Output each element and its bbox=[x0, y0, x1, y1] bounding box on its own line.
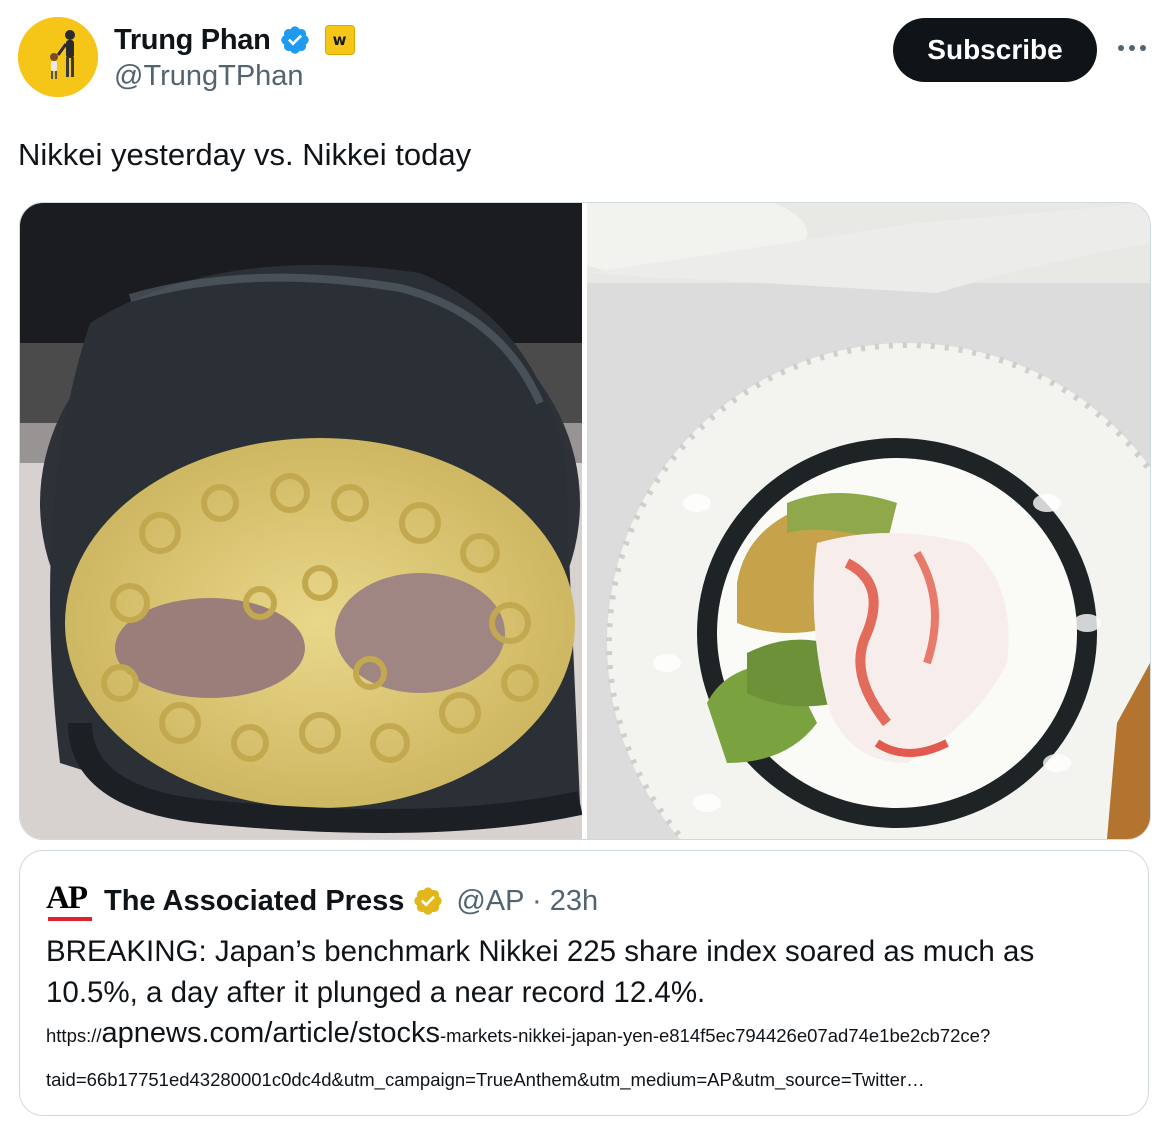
affiliate-badge-letter: w bbox=[332, 31, 347, 49]
ap-logo-text: AP bbox=[46, 880, 88, 916]
link-line-2: taid=66b17751ed43280001c0dc4d&utm_campai… bbox=[46, 1069, 925, 1090]
more-options-icon[interactable] bbox=[1112, 33, 1152, 63]
quoted-tweet-link[interactable]: https://apnews.com/article/stocks-market… bbox=[46, 1013, 1136, 1098]
affiliate-badge-icon[interactable]: w bbox=[324, 25, 355, 55]
subscribe-button[interactable]: Subscribe bbox=[893, 18, 1097, 82]
ap-logo-bar bbox=[48, 917, 92, 921]
author-name-row: Trung Phan w bbox=[114, 20, 355, 60]
media-grid bbox=[19, 202, 1151, 840]
link-prefix: https:// bbox=[46, 1025, 102, 1046]
author-handle[interactable]: @TrungTPhan bbox=[114, 60, 304, 93]
quoted-tweet[interactable]: AP The Associated Press @AP · 23h BREAKI… bbox=[19, 850, 1149, 1116]
gold-verified-badge-icon[interactable] bbox=[412, 885, 444, 917]
quoted-tweet-header: AP The Associated Press @AP · 23h bbox=[46, 879, 598, 923]
quoted-handle-time[interactable]: @AP · 23h bbox=[456, 885, 598, 918]
verified-badge-icon[interactable] bbox=[279, 24, 311, 56]
author-name[interactable]: Trung Phan bbox=[114, 24, 271, 57]
california-roll-photo[interactable] bbox=[587, 203, 1150, 839]
macaroni-sushi-photo[interactable] bbox=[20, 203, 582, 839]
quoted-author-name[interactable]: The Associated Press bbox=[104, 885, 404, 918]
link-rest: -markets-nikkei-japan-yen-e814f5ec794426… bbox=[440, 1025, 991, 1046]
quoted-tweet-text: BREAKING: Japan’s benchmark Nikkei 225 s… bbox=[46, 935, 1035, 1009]
ap-logo[interactable]: AP bbox=[46, 879, 94, 923]
avatar-image bbox=[18, 17, 98, 97]
link-domain: apnews.com/article/stocks bbox=[101, 1017, 440, 1049]
tweet-text: Nikkei yesterday vs. Nikkei today bbox=[18, 137, 472, 172]
avatar[interactable] bbox=[18, 17, 98, 97]
